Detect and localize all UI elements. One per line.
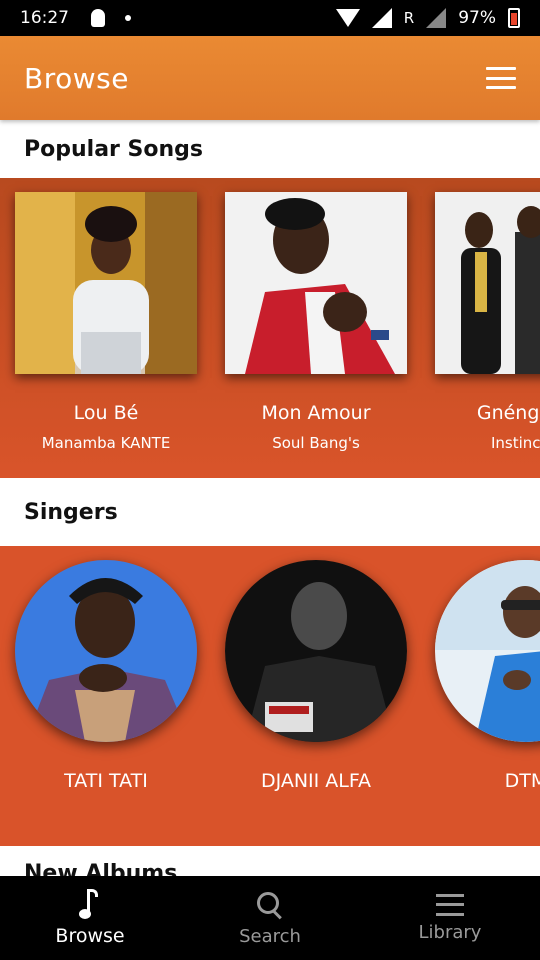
page-title: Browse [24,61,129,95]
lightbulb-icon [91,9,105,27]
song-artist: Instinct K [490,434,540,452]
singer-card[interactable]: DTM [435,560,540,792]
song-cover-image [435,192,540,374]
singer-name: DTM [504,770,540,792]
search-icon [255,890,285,920]
nav-label-search: Search [239,925,301,947]
section-title-new-albums: New Albums [0,846,540,876]
notification-dot-icon [125,15,131,21]
popular-songs-carousel[interactable]: Lou Bé Manamba KANTE Mon Amour Soul Bang… [0,178,540,478]
singer-name: DJANII ALFA [260,770,372,792]
status-time: 16:27 [20,8,69,28]
song-artist: Manamba KANTE [41,434,171,452]
library-icon [436,893,464,916]
browse-content[interactable]: Popular Songs Lou Bé Manamba KANTE Mon A… [0,120,540,876]
nav-label-browse: Browse [55,925,125,947]
nav-item-browse[interactable]: Browse [0,876,180,960]
signal-empty-icon [426,8,447,28]
signal-icon [371,8,392,28]
song-card[interactable]: Mon Amour Soul Bang's [225,192,407,452]
singers-carousel[interactable]: TATI TATI DJANII ALFA DTM [0,546,540,846]
song-card[interactable]: Lou Bé Manamba KANTE [15,192,197,452]
music-note-icon [79,889,101,919]
bottom-navigation: Browse Search Library [0,876,540,960]
nav-item-search[interactable]: Search [180,876,360,960]
network-letter: R [403,9,415,27]
singer-card[interactable]: TATI TATI [15,560,197,792]
section-title-popular-songs: Popular Songs [0,120,540,178]
song-cover-image [225,192,407,374]
singer-name: TATI TATI [64,770,148,792]
song-card[interactable]: Gnénguan Instinct K [435,192,540,452]
song-artist: Soul Bang's [272,434,360,452]
menu-icon[interactable] [486,67,516,89]
status-bar: 16:27 R 97% [0,0,540,36]
nav-item-library[interactable]: Library [360,876,540,960]
battery-percent: 97% [458,8,496,28]
song-title: Mon Amour [261,402,371,424]
wifi-icon [335,9,360,27]
song-title: Gnénguan [476,402,540,424]
song-cover-image [15,192,197,374]
nav-label-library: Library [418,921,482,943]
singer-avatar [225,560,407,742]
singer-card[interactable]: DJANII ALFA [225,560,407,792]
singer-avatar [15,560,197,742]
song-title: Lou Bé [73,402,139,424]
app-bar: Browse [0,36,540,120]
singer-avatar [435,560,540,742]
battery-icon [508,8,520,28]
section-title-singers: Singers [0,478,540,546]
